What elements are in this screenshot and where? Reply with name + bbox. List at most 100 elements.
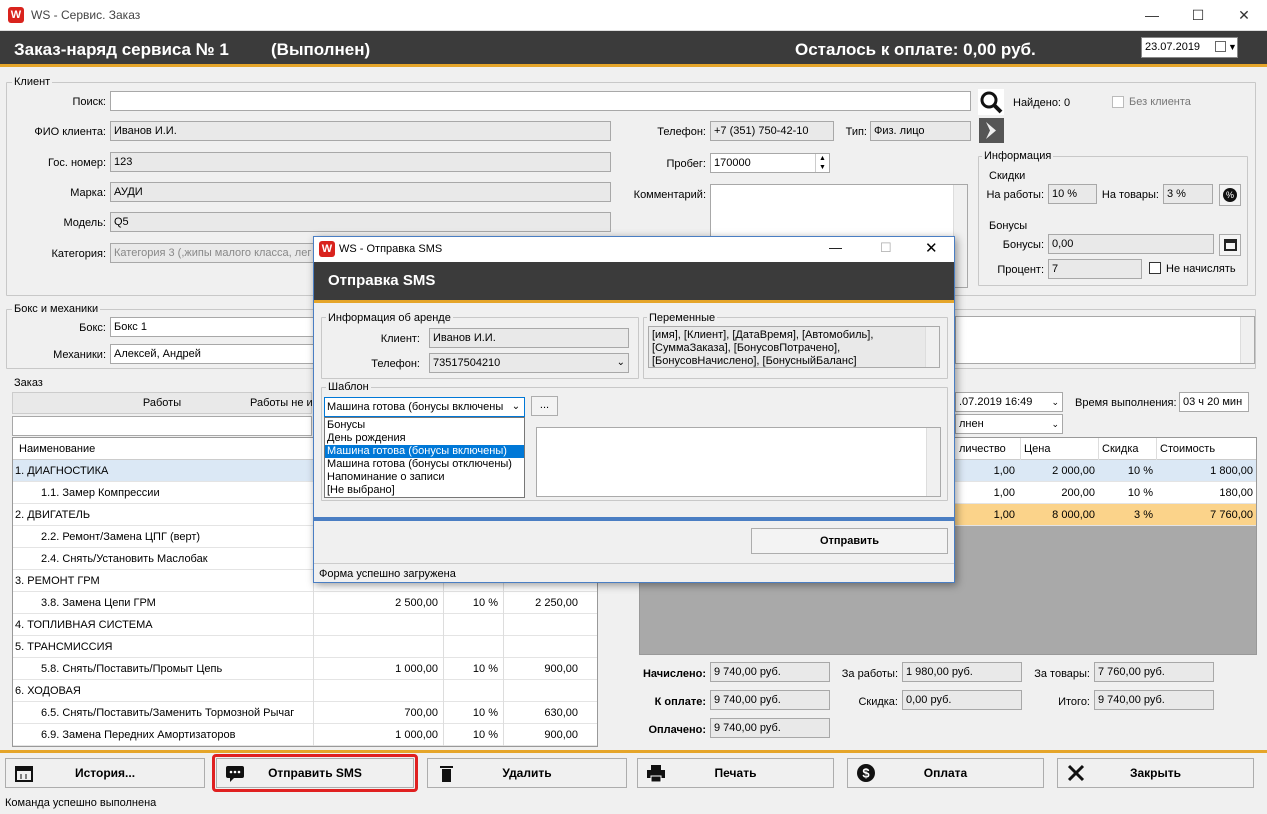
template-more-button[interactable]: ... (531, 396, 558, 416)
send-button[interactable]: Отправить (751, 528, 948, 554)
client-name-field[interactable]: Иванов И.И. (110, 121, 611, 141)
table-row[interactable]: 5. ТРАНСМИССИЯ (13, 636, 597, 658)
comment-scrollbar[interactable] (953, 185, 967, 287)
template-option[interactable]: Машина готова (бонусы отключены) (325, 458, 524, 471)
maximize-icon[interactable]: ☐ (1175, 0, 1221, 31)
status-select[interactable]: лнен ⌄ (955, 414, 1063, 434)
goods-price: 200,00 (1061, 487, 1095, 499)
table-row[interactable]: 4. ТОПЛИВНАЯ СИСТЕМА (13, 614, 597, 636)
template-option-selected[interactable]: Машина готова (бонусы включены) (325, 445, 524, 458)
close-icon[interactable]: ✕ (925, 239, 938, 257)
vars-scrollbar[interactable] (925, 327, 939, 367)
close-icon[interactable]: ✕ (1221, 0, 1267, 31)
dialog-divider (314, 517, 954, 521)
info-title: Информация (982, 150, 1054, 162)
percent-label: Процент: (997, 264, 1044, 276)
remaining-amount: Осталось к оплате: 0,00 руб. (795, 40, 1036, 59)
row-name: 4. ТОПЛИВНАЯ СИСТЕМА (15, 619, 153, 631)
print-button[interactable]: Печать (637, 758, 834, 788)
template-option[interactable]: День рождения (325, 432, 524, 445)
history-button[interactable]: История... (5, 758, 205, 788)
work-discount-label: На работы: (986, 189, 1044, 201)
template-option[interactable]: [Не выбрано] (325, 484, 524, 497)
category-field[interactable]: Категория 3 (,жипы малого класса, лег (110, 243, 315, 263)
work-discount-field[interactable]: 10 % (1048, 184, 1097, 204)
percent-field[interactable]: 7 (1048, 259, 1142, 279)
no-client-label: Без клиента (1129, 96, 1191, 108)
no-client-checkbox[interactable] (1112, 96, 1124, 108)
dialog-header: Отправка SMS (314, 262, 954, 300)
notes-scrollbar[interactable] (1240, 317, 1254, 363)
box-notes-textarea[interactable] (955, 316, 1255, 364)
delete-button[interactable]: Удалить (427, 758, 627, 788)
chevron-down-icon: ⌄ (508, 398, 524, 416)
message-textarea[interactable] (536, 427, 941, 497)
found-count: Найдено: 0 (1013, 97, 1071, 109)
close-button[interactable]: Закрыть (1057, 758, 1254, 788)
row-price (313, 636, 441, 658)
vars-text: [имя], [Клиент], [ДатаВремя], [Автомобил… (652, 329, 874, 367)
table-row[interactable]: 6.9. Замена Передних Амортизаторов 1 000,… (13, 724, 597, 746)
goods-discount-field[interactable]: 3 % (1163, 184, 1213, 204)
send-sms-button[interactable]: Отправить SMS (216, 758, 414, 788)
topay-label: К оплате: (654, 696, 706, 708)
template-option[interactable]: Бонусы (325, 419, 524, 432)
mechanics-field[interactable]: Алексей, Андрей (110, 344, 315, 364)
bonus-calendar-button[interactable] (1219, 234, 1241, 256)
start-date-field[interactable]: .07.2019 16:49 ⌄ (955, 392, 1063, 412)
type-label: Тип: (845, 126, 867, 138)
goods-sum: 1 800,00 (1210, 465, 1253, 477)
tab-works-not-done[interactable]: Работы не и (250, 397, 313, 409)
works-filter-input[interactable] (12, 416, 312, 436)
template-selected: Машина готова (бонусы включены (327, 401, 504, 413)
next-button[interactable] (979, 118, 1004, 143)
goods-qty: 1,00 (993, 487, 1015, 499)
template-option[interactable]: Напоминание о записи (325, 471, 524, 484)
box-field[interactable]: Бокс 1 (110, 317, 315, 337)
type-field[interactable]: Физ. лицо (870, 121, 971, 141)
minimize-icon[interactable]: — (1129, 0, 1175, 31)
bonus-field[interactable]: 0,00 (1048, 234, 1214, 254)
minimize-icon[interactable]: — (829, 240, 842, 255)
col-price: Цена (1020, 438, 1098, 460)
col-discount: Скидка (1098, 438, 1156, 460)
mileage-field[interactable]: 170000 ▲ ▼ (710, 153, 830, 173)
calendar-icon (15, 766, 33, 782)
date-picker[interactable]: 23.07.2019 ▼ (1141, 37, 1238, 58)
no-charge-checkbox[interactable] (1149, 262, 1161, 274)
vars-field: [имя], [Клиент], [ДатаВремя], [Автомобил… (648, 326, 940, 368)
plate-field[interactable]: 123 (110, 152, 611, 172)
chevron-right-icon (986, 122, 996, 139)
rent-info-title: Информация об аренде (326, 312, 453, 324)
box-group-title: Бокс и механики (12, 303, 101, 315)
discount-button[interactable]: % (1219, 184, 1241, 206)
row-name: 2.4. Снять/Установить Маслобак (41, 553, 208, 565)
goods-disc: 3 % (1134, 509, 1153, 521)
pay-button[interactable]: $ Оплата (847, 758, 1044, 788)
row-discount (443, 680, 501, 702)
search-input[interactable] (110, 91, 971, 111)
table-row[interactable]: 6.5. Снять/Поставить/Заменить Тормозной … (13, 702, 597, 724)
goods-qty: 1,00 (993, 509, 1015, 521)
stepper-icon[interactable]: ▲ ▼ (815, 154, 829, 172)
search-button[interactable] (978, 89, 1004, 115)
template-select[interactable]: Машина готова (бонусы включены ⌄ (324, 397, 525, 417)
table-row[interactable]: 6. ХОДОВАЯ (13, 680, 597, 702)
model-label: Модель: (63, 217, 106, 229)
row-name: 6.5. Снять/Поставить/Заменить Тормозной … (41, 707, 295, 719)
phone-field[interactable]: +7 (351) 750-42-10 (710, 121, 834, 141)
table-row[interactable]: 5.8. Снять/Поставить/Промыт Цепь 1 000,00… (13, 658, 597, 680)
table-row[interactable]: 3.8. Замена Цепи ГРМ 2 500,00 10 % 2 250,00 (13, 592, 597, 614)
mechanics-label: Механики: (53, 349, 106, 361)
template-dropdown: Бонусы День рождения Машина готова (бону… (324, 417, 525, 498)
message-scrollbar[interactable] (926, 428, 940, 496)
charged-field: 9 740,00 руб. (710, 662, 830, 682)
dialog-phone-select[interactable]: 73517504210 ⌄ (429, 353, 629, 373)
brand-field[interactable]: АУДИ (110, 182, 611, 202)
row-discount: 10 % (443, 702, 501, 724)
model-field[interactable]: Q5 (110, 212, 611, 232)
row-name: 5. ТРАНСМИССИЯ (15, 641, 113, 653)
dialog-phone-value: 73517504210 (433, 357, 501, 369)
exec-time-field[interactable]: 03 ч 20 мин (1179, 392, 1249, 412)
row-price: 700,00 (313, 702, 441, 724)
